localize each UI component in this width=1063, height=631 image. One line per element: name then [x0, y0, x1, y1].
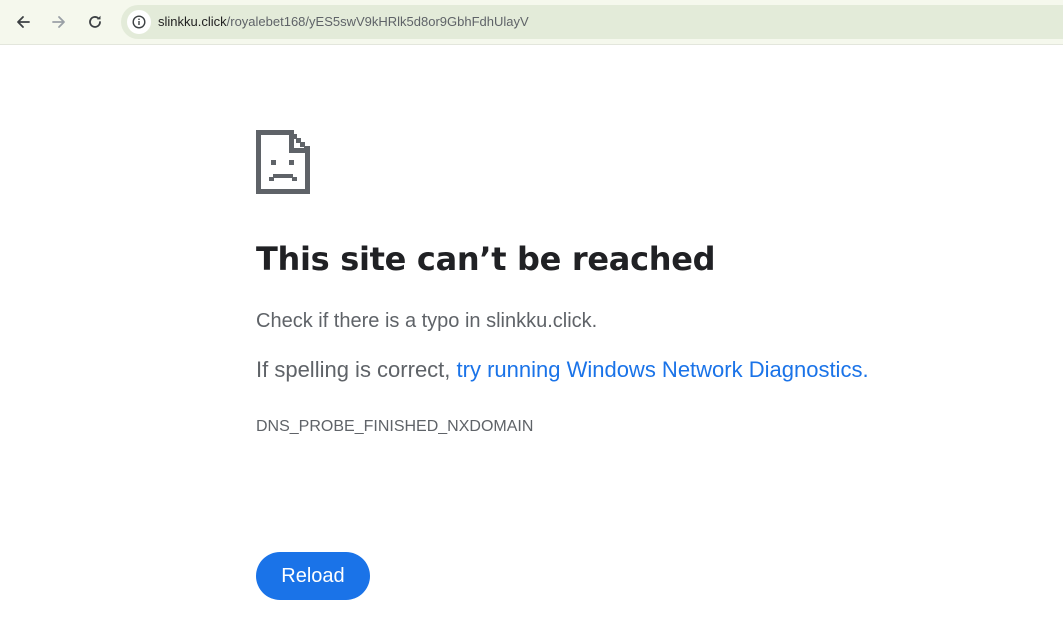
error-code: DNS_PROBE_FINISHED_NXDOMAIN [256, 418, 534, 435]
sad-document-icon [256, 130, 310, 194]
typo-check-text: Check if there is a typo in slinkku.clic… [256, 310, 598, 332]
url-text[interactable]: slinkku.click/royalebet168/yES5swV9kHRlk… [158, 5, 529, 39]
url-host: slinkku.click [158, 14, 227, 29]
browser-toolbar: slinkku.click/royalebet168/yES5swV9kHRlk… [0, 0, 1063, 45]
arrow-left-icon [17, 16, 30, 28]
arrow-right-icon [52, 16, 65, 28]
diagnostics-line: If spelling is correct, try running Wind… [256, 357, 869, 383]
reload-page-button[interactable] [81, 8, 109, 36]
site-info-button[interactable] [127, 10, 151, 34]
url-path: /royalebet168/yES5swV9kHRlk5d8or9GbhFdhU… [226, 14, 529, 29]
diagnostics-link[interactable]: try running Windows Network Diagnostics [457, 357, 863, 382]
error-heading: This site can’t be reached [256, 240, 716, 278]
refresh-icon [89, 15, 101, 28]
diagnostics-prefix: If spelling is correct, [256, 357, 457, 382]
diagnostics-suffix: . [862, 357, 869, 382]
address-bar[interactable]: slinkku.click/royalebet168/yES5swV9kHRlk… [121, 5, 1063, 39]
forward-button[interactable] [45, 8, 73, 36]
info-circle-icon [132, 15, 146, 29]
back-button[interactable] [9, 8, 37, 36]
reload-button[interactable]: Reload [256, 552, 370, 600]
